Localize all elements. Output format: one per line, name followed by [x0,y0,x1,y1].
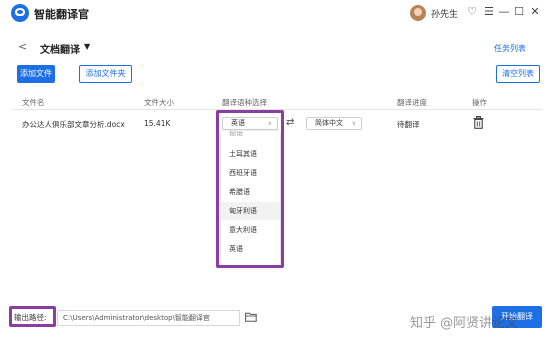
target-language-select[interactable]: 简体中文 ∨ [306,117,362,130]
add-folder-button[interactable]: 添加文件夹 [79,65,132,83]
col-header-filename: 文件名 [22,98,45,107]
file-size: 15.41K [144,119,171,128]
back-icon[interactable]: < [18,41,30,53]
col-header-filesize: 文件大小 [144,98,174,107]
minimize-button[interactable]: — [497,5,511,19]
task-list-link[interactable]: 任务列表 [494,43,526,54]
username[interactable]: 孙先生 [431,7,458,20]
maximize-button[interactable]: ☐ [512,5,526,19]
watermark: 知乎 @阿贤讲论文 [410,316,519,331]
col-header-language: 翻译语种选择 [222,98,267,107]
app-logo-icon [11,4,29,22]
chevron-down-icon: ∨ [351,120,356,127]
app-title: 智能翻译官 [34,8,89,21]
close-button[interactable]: ✕ [528,5,542,19]
progress-status: 待翻译 [397,120,420,129]
col-header-actions: 操作 [472,98,487,107]
trash-icon[interactable] [473,116,484,129]
table-header: 文件名 文件大小 翻译语种选择 翻译进度 操作 [12,94,542,110]
page-title[interactable]: 文档翻译 [40,41,80,56]
target-language-value: 简体中文 [315,119,343,127]
folder-icon[interactable] [245,312,257,322]
col-header-progress: 翻译进度 [397,98,427,107]
skin-icon[interactable]: ♡ [465,5,479,19]
output-path-label: 输出路径: [14,313,47,322]
menu-icon[interactable]: ☰ [482,5,496,19]
annotation-box-language [216,110,284,268]
caret-down-icon[interactable]: ▼ [84,42,90,51]
file-name: 办公达人俱乐部文章分析.docx [22,120,125,129]
title-bar: 智能翻译官 孙先生 ♡ ☰ — ☐ ✕ [0,0,554,26]
clear-list-button[interactable]: 清空列表 [496,65,540,83]
output-path-field[interactable]: C:\Users\Administrator\desktop\智能翻译官 [57,310,240,326]
avatar[interactable] [410,5,426,21]
swap-languages-icon[interactable]: ⇄ [286,117,294,128]
add-file-button[interactable]: 添加文件 [17,65,55,83]
